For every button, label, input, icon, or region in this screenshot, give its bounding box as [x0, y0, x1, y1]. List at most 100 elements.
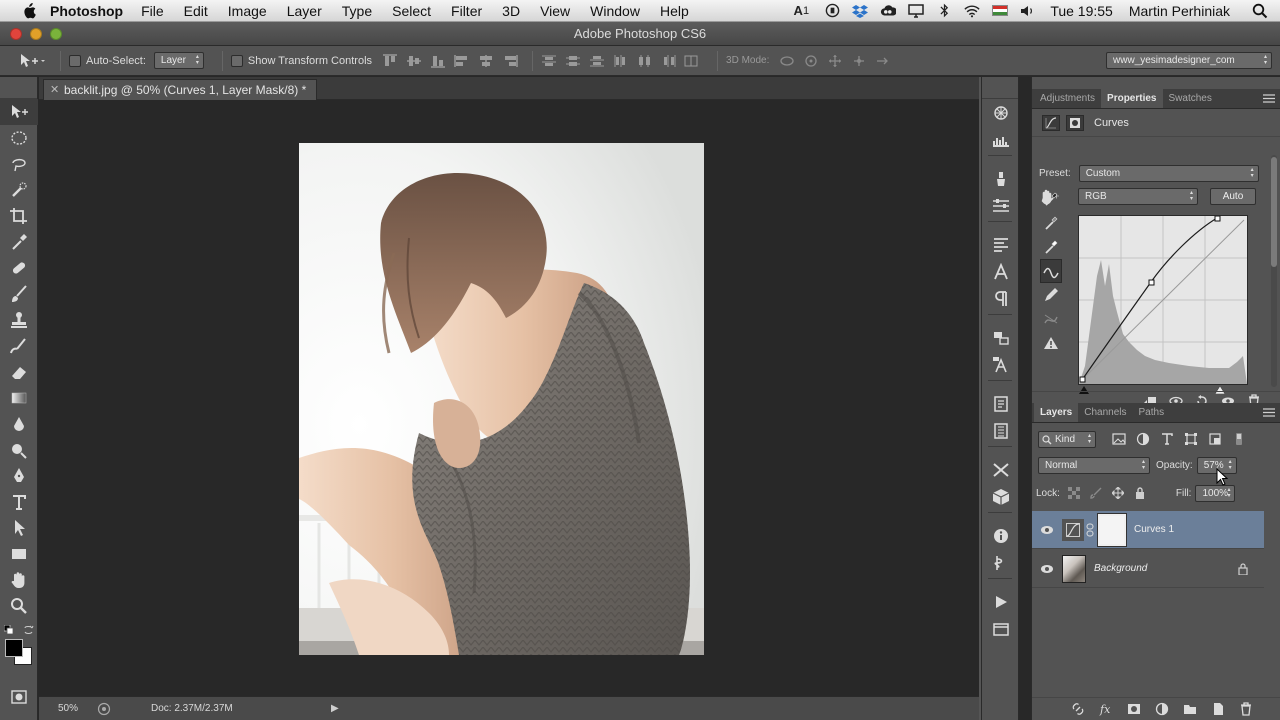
menu-image[interactable]: Image: [228, 3, 267, 19]
clone-stamp-tool[interactable]: [0, 307, 38, 333]
layer-visibility-toggle[interactable]: [1032, 525, 1062, 535]
fill-input[interactable]: 100%: [1195, 484, 1236, 502]
menu-select[interactable]: Select: [392, 3, 431, 19]
channel-dropdown[interactable]: RGB: [1078, 188, 1198, 205]
display-icon[interactable]: [908, 3, 925, 18]
properties-scrollbar-thumb[interactable]: [1271, 157, 1277, 267]
status-menu-arrow-icon[interactable]: ▶: [331, 703, 339, 714]
auto-button[interactable]: Auto: [1210, 188, 1256, 205]
tab-adjustments[interactable]: Adjustments: [1034, 89, 1101, 108]
layer-mask-link-icon[interactable]: [1086, 523, 1094, 537]
lasso-tool[interactable]: [0, 151, 38, 177]
filter-adjustment-icon[interactable]: [1136, 432, 1150, 446]
white-point-eyedropper[interactable]: [1040, 235, 1062, 259]
tab-layers[interactable]: Layers: [1034, 403, 1079, 422]
tab-properties[interactable]: Properties: [1101, 89, 1163, 108]
dock-3d-button[interactable]: [982, 483, 1020, 510]
clipping-warning-tool[interactable]: [1040, 331, 1062, 355]
3d-scale-icon[interactable]: [875, 54, 891, 68]
layer-row-background[interactable]: Background: [1032, 550, 1264, 588]
filter-toggle-icon[interactable]: [1232, 432, 1246, 446]
align-top-icon[interactable]: [382, 54, 398, 68]
default-colors-icon[interactable]: [4, 625, 14, 635]
link-layers-icon[interactable]: [1071, 702, 1085, 716]
align-left-icon[interactable]: [454, 54, 470, 68]
quick-mask-toggle[interactable]: [0, 684, 38, 710]
dock-brush-button[interactable]: [982, 192, 1020, 219]
dock-navigator-button[interactable]: [982, 549, 1020, 576]
3d-slide-icon[interactable]: [851, 54, 867, 68]
layer-mask-icon[interactable]: [1066, 114, 1084, 131]
dock-tool-presets-button[interactable]: [982, 165, 1020, 192]
align-right-icon[interactable]: [502, 54, 518, 68]
wifi-icon[interactable]: [964, 4, 980, 18]
tab-channels[interactable]: Channels: [1078, 403, 1132, 422]
hungarian-flag-icon[interactable]: [992, 5, 1009, 16]
eraser-tool[interactable]: [0, 359, 38, 385]
properties-scrollbar[interactable]: [1271, 155, 1277, 387]
new-adjustment-layer-icon[interactable]: [1155, 702, 1169, 716]
dock-play-button[interactable]: [982, 588, 1020, 615]
eyedropper-tool[interactable]: [0, 229, 38, 255]
type-tool[interactable]: [0, 489, 38, 515]
rectangle-tool[interactable]: [0, 541, 38, 567]
lock-position-icon[interactable]: [1111, 487, 1124, 499]
filter-pixel-icon[interactable]: [1112, 432, 1126, 446]
3d-roll-icon[interactable]: [803, 54, 819, 68]
dock-character-button[interactable]: [982, 258, 1020, 285]
swap-colors-icon[interactable]: [24, 625, 34, 635]
history-brush-tool[interactable]: [0, 333, 38, 359]
dock-grip[interactable]: [982, 77, 1018, 99]
dock-clone-source-button[interactable]: [982, 231, 1020, 258]
bluetooth-icon[interactable]: [936, 3, 952, 18]
filter-type-icon[interactable]: [1160, 432, 1174, 446]
status-info-icon[interactable]: [97, 702, 111, 716]
dock-measurement-button[interactable]: [982, 615, 1020, 642]
layer-mask-thumbnail[interactable]: [1097, 512, 1127, 547]
distribute-top-icon[interactable]: [541, 54, 557, 68]
dock-info-button[interactable]: [982, 522, 1020, 549]
lock-image-pixels-icon[interactable]: [1090, 487, 1102, 499]
new-layer-icon[interactable]: [1211, 702, 1225, 716]
new-group-icon[interactable]: [1183, 702, 1197, 716]
menu-type[interactable]: Type: [342, 3, 372, 19]
layer-visibility-toggle[interactable]: [1032, 564, 1062, 574]
auto-align-layers-icon[interactable]: [683, 54, 699, 68]
distribute-hcenter-icon[interactable]: [637, 54, 653, 68]
distribute-vcenter-icon[interactable]: [565, 54, 581, 68]
blur-tool[interactable]: [0, 411, 38, 437]
quick-selection-tool[interactable]: [0, 177, 38, 203]
smooth-curve-tool[interactable]: [1040, 307, 1062, 331]
crop-tool[interactable]: [0, 203, 38, 229]
marquee-tool[interactable]: [0, 125, 38, 151]
gradient-tool[interactable]: [0, 385, 38, 411]
dock-character-styles-button[interactable]: [982, 351, 1020, 378]
gray-point-eyedropper[interactable]: [1040, 211, 1062, 235]
close-tab-icon[interactable]: ✕: [50, 80, 59, 101]
path-selection-tool[interactable]: [0, 515, 38, 541]
blend-mode-dropdown[interactable]: Normal: [1038, 456, 1150, 474]
auto-select-dropdown[interactable]: Layer: [153, 52, 204, 69]
brush-tool[interactable]: [0, 281, 38, 307]
document-tab[interactable]: ✕ backlit.jpg @ 50% (Curves 1, Layer Mas…: [43, 79, 318, 101]
pen-tool[interactable]: [0, 463, 38, 489]
dropbox-icon[interactable]: [852, 4, 869, 18]
move-tool[interactable]: [0, 99, 38, 125]
distribute-bottom-icon[interactable]: [589, 54, 605, 68]
layers-panel-menu-icon[interactable]: [1263, 408, 1275, 417]
show-transform-check-box[interactable]: [230, 54, 243, 67]
3d-rotate-icon[interactable]: [779, 54, 795, 68]
distribute-right-icon[interactable]: [661, 54, 677, 68]
workspace-switcher[interactable]: www_yesimadesigner_com: [1106, 52, 1272, 69]
zoom-level[interactable]: 50%: [39, 703, 97, 714]
preset-dropdown[interactable]: Custom: [1078, 165, 1259, 182]
menu-help[interactable]: Help: [660, 3, 689, 19]
auto-select-checkbox[interactable]: Auto-Select:: [69, 54, 146, 67]
menu-filter[interactable]: Filter: [451, 3, 482, 19]
menu-clock[interactable]: Tue 19:55: [1050, 3, 1113, 19]
add-mask-icon[interactable]: [1127, 702, 1141, 716]
filter-shape-icon[interactable]: [1184, 432, 1198, 446]
dock-styles-button[interactable]: [982, 324, 1020, 351]
dock-history-button[interactable]: [982, 99, 1020, 126]
minimize-window-button[interactable]: [30, 28, 42, 40]
